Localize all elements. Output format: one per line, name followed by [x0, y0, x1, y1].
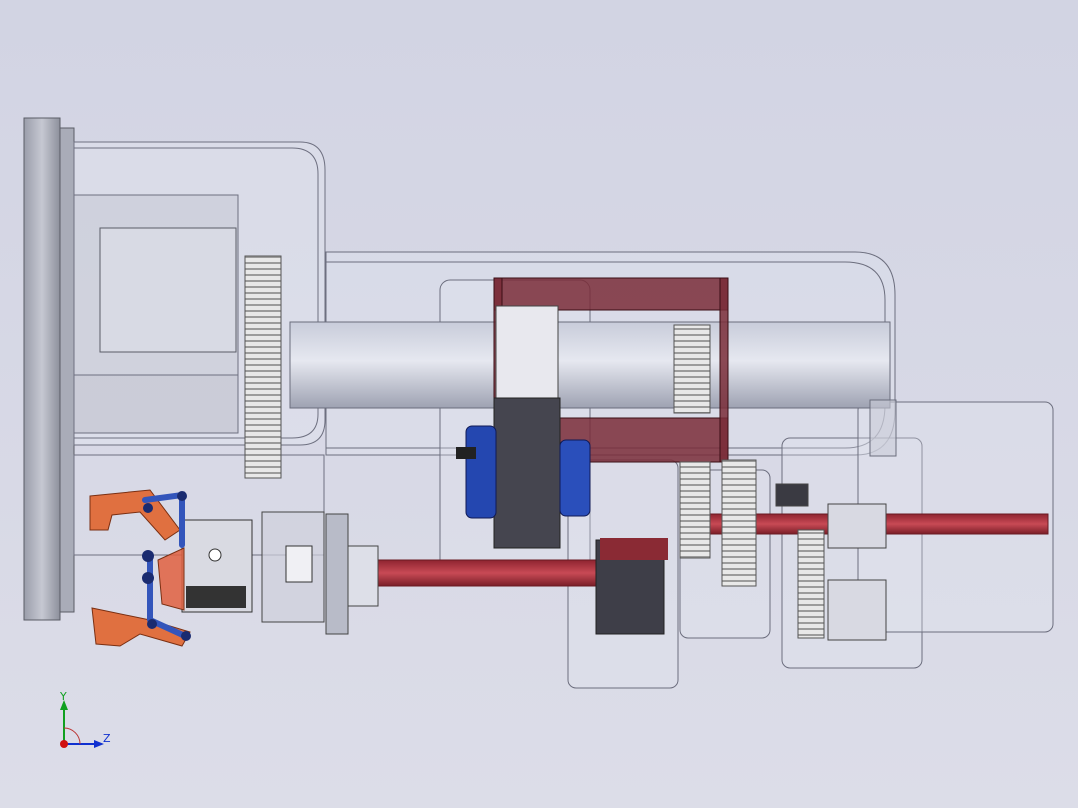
stepper-motor[interactable] — [181, 511, 379, 635]
base-plate[interactable] — [23, 117, 75, 621]
red-rod-lower[interactable] — [349, 559, 611, 587]
bearing-block[interactable] — [495, 305, 559, 399]
axis-triad: Y Z — [59, 690, 111, 748]
gear-lower-mid[interactable] — [679, 461, 711, 559]
gear-upper-right[interactable] — [673, 324, 711, 414]
assembly-model[interactable]: Y Z — [0, 0, 1078, 808]
left-housing[interactable] — [73, 141, 326, 556]
cad-viewport[interactable]: Y Z — [0, 0, 1078, 808]
z-axis-label: Z — [103, 732, 111, 745]
gear-left[interactable] — [244, 255, 282, 479]
y-axis-label: Y — [59, 690, 67, 703]
gripper-linkage[interactable] — [89, 489, 191, 647]
dark-block-upper[interactable] — [493, 397, 561, 549]
small-red-plate[interactable] — [600, 538, 668, 560]
gear-lower-right[interactable] — [721, 459, 757, 587]
gear-far-right[interactable] — [797, 529, 825, 639]
